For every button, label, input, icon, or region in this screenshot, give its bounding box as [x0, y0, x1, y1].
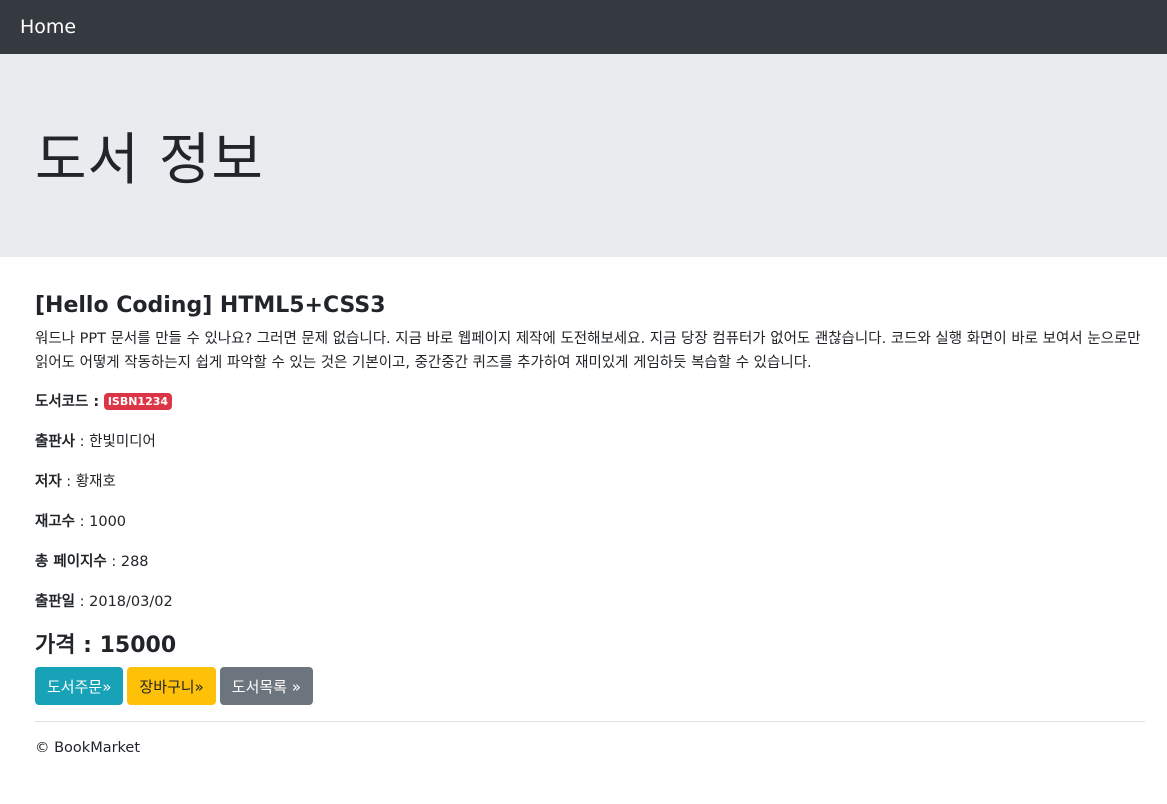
publisher-value: : 한빛미디어 [75, 434, 156, 450]
book-description: 워드나 PPT 문서를 만들 수 있나요? 그러면 문제 없습니다. 지금 바로… [35, 331, 1141, 371]
author-value: : 황재호 [61, 474, 116, 490]
pages-label: 총 페이지수 [35, 554, 107, 570]
pages-value: : 288 [106, 554, 149, 570]
book-list-button[interactable]: 도서목록 » [219, 667, 313, 705]
release-value: : 2018/03/02 [75, 594, 173, 610]
publisher-row: 출판사 : 한빛미디어 [35, 431, 1145, 453]
stock-row: 재고수 : 1000 [35, 511, 1145, 533]
release-row: 출판일 : 2018/03/02 [35, 591, 1145, 613]
stock-value: : 1000 [75, 514, 127, 530]
page-title: 도서 정보 [35, 128, 264, 193]
footer: © BookMarket [35, 722, 1145, 756]
order-button[interactable]: 도서주문» [35, 667, 124, 705]
price-label: 가격 : [35, 633, 100, 658]
book-title: [Hello Coding] HTML5+CSS3 [35, 293, 386, 318]
home-link[interactable]: Home [20, 16, 76, 38]
author-label: 저자 [35, 474, 62, 490]
copyright-text: © BookMarket [35, 740, 141, 756]
top-navbar: Home [0, 0, 1167, 54]
book-code-label: 도서코드 : [35, 394, 100, 410]
stock-label: 재고수 [35, 514, 76, 530]
author-row: 저자 : 황재호 [35, 471, 1145, 493]
action-buttons: 도서주문» 장바구니» 도서목록 » [35, 667, 1145, 705]
price-row: 가격 : 15000 [35, 631, 1145, 661]
page-header: 도서 정보 [0, 54, 1167, 257]
release-label: 출판일 [35, 594, 76, 610]
book-code-row: 도서코드 : ISBN1234 [35, 391, 1145, 413]
cart-button[interactable]: 장바구니» [127, 667, 216, 705]
book-code-badge: ISBN1234 [103, 393, 173, 410]
publisher-label: 출판사 [35, 434, 76, 450]
price-value: 15000 [99, 633, 177, 658]
book-detail: [Hello Coding] HTML5+CSS3 워드나 PPT 문서를 만들… [0, 291, 1167, 756]
pages-row: 총 페이지수 : 288 [35, 551, 1145, 573]
